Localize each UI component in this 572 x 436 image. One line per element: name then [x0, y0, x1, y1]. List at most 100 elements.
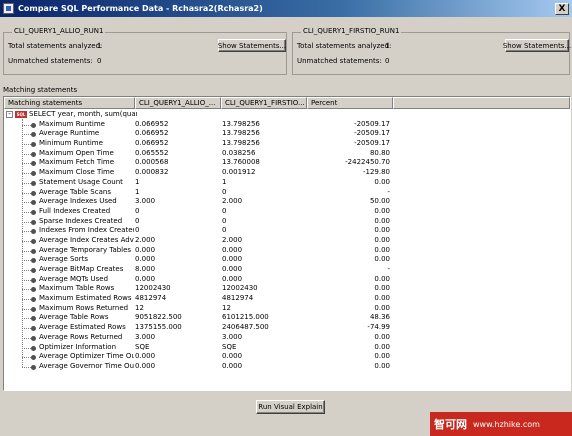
- tree-branch-line: [22, 250, 31, 252]
- metric-name: Average BitMap Creates: [39, 265, 124, 273]
- allio-value: 0.000: [135, 361, 156, 370]
- table-row[interactable]: Maximum Runtime 0.066952 13.798256 -20509.1…: [4, 120, 570, 130]
- table-row[interactable]: Average Temporary Tables 0.000 0.000 0.00: [4, 246, 570, 256]
- allio-value: 0.000832: [135, 168, 169, 177]
- table-row[interactable]: Maximum Rows Returned 12 12 0.00: [4, 304, 570, 314]
- metric-name: Average Index Creates Advised: [39, 235, 134, 244]
- allio-value: 0.000568: [135, 158, 169, 167]
- percent-value: 0.00: [374, 206, 390, 215]
- table-row[interactable]: Average Governor Time Outs 0.000 0.000 0.00: [4, 362, 570, 372]
- percent-value: 0.00: [374, 177, 390, 186]
- allio-value: 4812974: [135, 294, 167, 303]
- percent-value: -: [387, 187, 390, 196]
- firstio-value: 2.000: [222, 235, 243, 244]
- watermark-logo: 智可网 www.hzhike.com: [430, 412, 572, 436]
- table-row[interactable]: Average Table Rows 9051822.500 6101215.000…: [4, 313, 570, 323]
- table-row[interactable]: Average Index Creates Advised2.0002.0000…: [4, 236, 570, 246]
- firstio-value: 0.001912: [222, 168, 256, 177]
- table-row[interactable]: Maximum Estimated Rows 4812974 4812974 0.00: [4, 294, 570, 304]
- metric-name: Full Indexes Created: [39, 206, 111, 215]
- allio-value: 9051822.500: [135, 313, 182, 322]
- table-row[interactable]: Average Sorts 0.000 0.000 0.00: [4, 255, 570, 265]
- metric-name: Maximum Open Time: [39, 148, 114, 157]
- matching-statements-table[interactable]: Matching statements CLI_QUERY1_ALLIO_...…: [3, 96, 571, 391]
- table-row[interactable]: Optimizer Information SQE SQE 0.00: [4, 343, 570, 353]
- tree-branch-line: [22, 308, 31, 310]
- allio-value: 0: [135, 226, 140, 235]
- table-row[interactable]: Minimum Runtime 0.066952 13.798256 -20509.1…: [4, 139, 570, 149]
- right-show-statements-button[interactable]: Show Statements...: [503, 39, 571, 52]
- table-row[interactable]: Maximum Close Time 0.000832 0.001912 -129.8…: [4, 168, 570, 178]
- metric-name: Minimum Runtime: [39, 139, 103, 148]
- metric-name: Average Runtime: [39, 129, 100, 138]
- table-row[interactable]: Average Runtime 0.066952 13.798256 -20509.1…: [4, 129, 570, 139]
- metric-bullet-icon: [31, 151, 36, 157]
- allio-value: SQE: [135, 342, 150, 351]
- tree-branch-line: [22, 366, 31, 368]
- close-button[interactable]: X: [555, 2, 569, 15]
- firstio-value: 0: [222, 206, 227, 215]
- table-row[interactable]: Sparse Indexes Created 0 0 0.00: [4, 217, 570, 227]
- metric-bullet-icon: [31, 287, 36, 293]
- left-run-group: CLI_QUERY1_ALLIO_RUN1 Total statements a…: [3, 27, 287, 75]
- table-row[interactable]: Maximum Fetch Time 0.000568 13.760008 -2422…: [4, 158, 570, 168]
- table-row[interactable]: Average Table Scans 1 0 -: [4, 188, 570, 198]
- percent-value: 0.00: [374, 235, 390, 244]
- metric-bullet-icon: [31, 238, 36, 244]
- percent-value: 48.36: [369, 313, 390, 322]
- table-row[interactable]: Average MQTs Used 0.000 0.000 0.00: [4, 275, 570, 285]
- metric-name: Maximum Runtime: [39, 119, 105, 128]
- allio-value: 0.066952: [135, 139, 169, 148]
- left-show-statements-button[interactable]: Show Statements...: [218, 39, 286, 52]
- metric-bullet-icon: [31, 355, 36, 361]
- metric-bullet-icon: [31, 229, 36, 235]
- table-row[interactable]: Average Indexes Used 3.000 2.000 50.00: [4, 197, 570, 207]
- table-header: Matching statements CLI_QUERY1_ALLIO_...…: [4, 97, 570, 109]
- tree-branch-line: [22, 357, 31, 359]
- firstio-value: 0: [222, 187, 227, 196]
- firstio-value: 0.038256: [222, 148, 256, 157]
- collapse-icon[interactable]: -: [6, 111, 13, 118]
- tree-branch-line: [22, 347, 31, 349]
- metric-name: Average Table Rows: [39, 313, 109, 322]
- firstio-value: 13.798256: [222, 139, 260, 148]
- percent-value: 0.00: [374, 352, 390, 361]
- firstio-value: 2406487.500: [222, 323, 269, 332]
- sql-statement-text: SELECT year, month, sum(quantit: [29, 110, 137, 118]
- tree-branch-line: [22, 299, 31, 301]
- percent-value: -20509.17: [354, 139, 390, 148]
- table-row[interactable]: Average Estimated Rows 1375155.000 2406487…: [4, 323, 570, 333]
- percent-value: -74.99: [367, 323, 390, 332]
- metric-name: Sparse Indexes Created: [39, 216, 123, 225]
- allio-value: 2.000: [135, 235, 156, 244]
- table-row[interactable]: Statement Usage Count 1 1 0.00: [4, 178, 570, 188]
- metric-name: Average Governor Time Outs: [39, 361, 134, 370]
- column-header-allio[interactable]: CLI_QUERY1_ALLIO_...: [135, 97, 221, 109]
- allio-value: 1375155.000: [135, 323, 182, 332]
- column-header-percent[interactable]: Percent: [307, 97, 393, 109]
- table-row[interactable]: Full Indexes Created 0 0 0.00: [4, 207, 570, 217]
- metric-name: Maximum Close Time: [39, 168, 115, 177]
- right-run-group: CLI_QUERY1_FIRSTIO_RUN1 Total statements…: [292, 27, 571, 75]
- allio-value: 8.000: [135, 265, 156, 273]
- right-total-label: Total statements analyzed:: [297, 42, 392, 50]
- table-row[interactable]: Average Optimizer Time Outs 0.000 0.000 0.0…: [4, 352, 570, 362]
- metric-bullet-icon: [31, 122, 36, 128]
- tree-branch-line: [22, 182, 31, 184]
- table-row[interactable]: Maximum Open Time 0.065552 0.038256 80.80: [4, 149, 570, 159]
- run-visual-explain-button[interactable]: Run Visual Explain: [256, 400, 325, 414]
- sql-statement-row[interactable]: - SQL SELECT year, month, sum(quantit: [4, 110, 570, 120]
- table-row[interactable]: Average Rows Returned 3.000 3.000 0.00: [4, 333, 570, 343]
- column-header-firstio[interactable]: CLI_QUERY1_FIRSTIO...: [221, 97, 307, 109]
- tree-branch-line: [22, 153, 31, 155]
- percent-value: 0.00: [374, 361, 390, 370]
- column-header-matching[interactable]: Matching statements: [4, 97, 135, 109]
- table-row[interactable]: Indexes From Index Created 0 0 0.00: [4, 226, 570, 236]
- metric-bullet-icon: [31, 248, 36, 254]
- metric-bullet-icon: [31, 219, 36, 225]
- metric-name: Average Sorts: [39, 255, 88, 264]
- table-row[interactable]: Maximum Table Rows 12002430 12002430 0.00: [4, 284, 570, 294]
- watermark-url: www.hzhike.com: [473, 419, 540, 429]
- firstio-value: 1: [222, 177, 227, 186]
- table-row[interactable]: Average BitMap Creates 8.000 0.000 -: [4, 265, 570, 275]
